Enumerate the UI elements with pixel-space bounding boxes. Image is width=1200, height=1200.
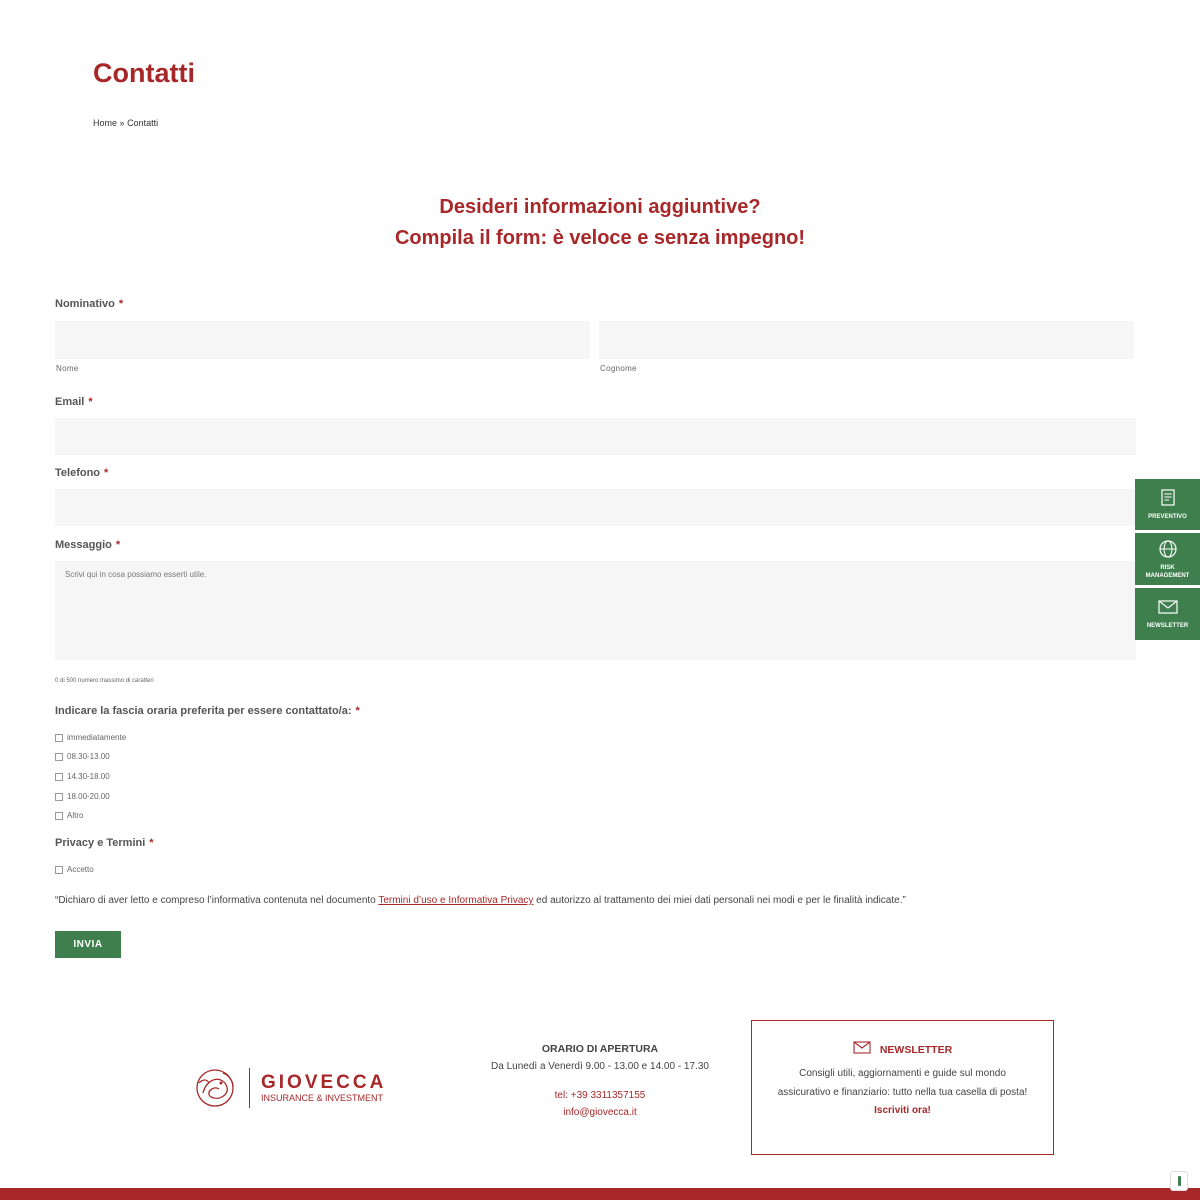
privacy-terms-link[interactable]: Termini d’uso e Informativa Privacy xyxy=(378,895,533,906)
phone-input[interactable] xyxy=(55,489,1136,526)
time-slot-option[interactable]: 18.00-20.00 xyxy=(55,792,110,801)
last-name-input[interactable] xyxy=(599,321,1134,359)
checkbox[interactable] xyxy=(55,865,63,874)
newsletter-heading: NEWSLETTER xyxy=(752,1041,1053,1059)
checkbox[interactable] xyxy=(55,811,63,820)
breadcrumb-separator: » xyxy=(119,118,125,128)
required-mark: * xyxy=(88,396,93,408)
newsletter-text: Consigli utili, aggiornamenti e guide su… xyxy=(777,1068,1028,1098)
document-icon xyxy=(1158,488,1178,510)
checkbox[interactable] xyxy=(55,792,63,801)
time-slot-option[interactable]: 08.30-13.00 xyxy=(55,752,110,761)
footer-brand[interactable]: GIOVECCA INSURANCE & INVESTMENT xyxy=(193,1065,403,1113)
required-mark: * xyxy=(118,298,124,310)
brand-divider xyxy=(249,1068,250,1108)
side-tab-risk-management[interactable]: RISK MANAGEMENT xyxy=(1135,533,1200,585)
message-placeholder: Scrivi qui in cosa possiamo esserti util… xyxy=(65,570,207,579)
first-name-input[interactable] xyxy=(55,321,590,359)
info-icon xyxy=(1177,1176,1181,1186)
last-name-sublabel: Cognome xyxy=(600,364,637,373)
required-mark: * xyxy=(355,705,360,717)
intro-line-2: Compila il form: è veloce e senza impegn… xyxy=(394,227,806,249)
side-tab-newsletter[interactable]: NEWSLETTER xyxy=(1135,588,1200,640)
breadcrumb-home-link[interactable]: Home xyxy=(93,118,117,128)
message-textarea[interactable]: Scrivi qui in cosa possiamo esserti util… xyxy=(55,561,1136,660)
privacy-label: Privacy e Termini * xyxy=(55,837,154,849)
messaggio-label: Messaggio * xyxy=(55,539,121,551)
required-mark: * xyxy=(149,837,154,849)
privacy-accept-option[interactable]: Accetto xyxy=(55,865,94,874)
phone-link[interactable]: tel: +39 3311357155 xyxy=(470,1090,730,1101)
time-slot-option[interactable]: Altro xyxy=(55,811,83,820)
required-mark: * xyxy=(104,467,109,479)
hours-text: Da Lunedì a Venerdì 9.00 - 13.00 e 14.00… xyxy=(491,1061,709,1072)
character-counter: 0 di 500 numero massimo di caratteri xyxy=(55,678,154,684)
telefono-label: Telefono * xyxy=(55,467,109,479)
breadcrumb-current: Contatti xyxy=(127,118,159,128)
newsletter-title: NEWSLETTER xyxy=(879,1044,953,1056)
newsletter-subscribe-link[interactable]: Iscriviti ora! xyxy=(752,1105,1053,1116)
checkbox[interactable] xyxy=(55,733,63,742)
checkbox[interactable] xyxy=(55,772,63,781)
required-mark: * xyxy=(115,539,121,551)
email-link[interactable]: info@giovecca.it xyxy=(470,1107,730,1118)
newsletter-box: NEWSLETTER Consigli utili, aggiornamenti… xyxy=(751,1020,1054,1155)
footer-hours: ORARIO DI APERTURA Da Lunedì a Venerdì 9… xyxy=(470,1043,730,1118)
first-name-sublabel: Nome xyxy=(56,364,79,373)
time-slot-label: Indicare la fascia oraria preferita per … xyxy=(55,705,360,717)
time-slot-option[interactable]: immediatamente xyxy=(55,733,126,742)
accessibility-widget[interactable] xyxy=(1170,1171,1188,1191)
hours-title: ORARIO DI APERTURA xyxy=(541,1043,659,1055)
brand-tagline: INSURANCE & INVESTMENT xyxy=(261,1093,384,1103)
envelope-icon xyxy=(853,1041,871,1059)
footer-bar xyxy=(0,1188,1200,1200)
brand-name: GIOVECCA xyxy=(261,1072,387,1093)
checkbox[interactable] xyxy=(55,752,63,761)
network-globe-icon xyxy=(1157,539,1179,562)
giovecca-logo-icon xyxy=(193,1065,241,1116)
breadcrumb: Home » Contatti xyxy=(93,118,158,128)
envelope-icon xyxy=(1157,599,1179,618)
side-tab-preventivo[interactable]: PREVENTIVO xyxy=(1135,479,1200,530)
email-input[interactable] xyxy=(55,418,1136,455)
time-slot-option[interactable]: 14.30-18.00 xyxy=(55,772,110,781)
submit-button[interactable]: INVIA xyxy=(55,931,121,958)
intro-line-1: Desideri informazioni aggiuntive? xyxy=(439,196,761,218)
page-title: Contatti xyxy=(93,58,195,88)
privacy-declaration: “Dichiaro di aver letto e compreso l’inf… xyxy=(55,895,906,906)
nominativo-label: Nominativo * xyxy=(55,298,124,310)
email-label: Email * xyxy=(55,396,93,408)
